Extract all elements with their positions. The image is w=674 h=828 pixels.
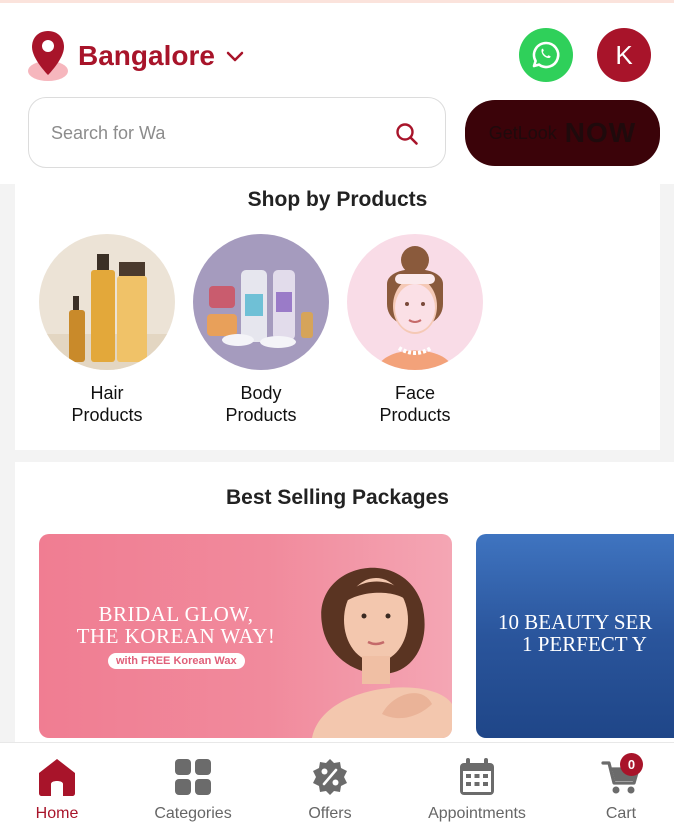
- bottom-navigation: Home Categories Offers Appointments Cart: [0, 742, 674, 828]
- product-category-body[interactable]: Body Products: [193, 234, 329, 426]
- nav-appointments[interactable]: Appointments: [422, 743, 532, 828]
- banner-tag: with FREE Korean Wax: [108, 653, 245, 669]
- product-label: Face Products: [347, 382, 483, 426]
- search-input[interactable]: [51, 118, 371, 148]
- home-icon: [39, 759, 75, 796]
- calendar-icon: [460, 758, 494, 795]
- location-selector[interactable]: Bangalore: [26, 29, 245, 83]
- location-city: Bangalore: [78, 40, 215, 71]
- package-banner-beauty-services[interactable]: 10 BEAUTY SER 1 PERFECT Y: [476, 534, 674, 738]
- product-category-hair[interactable]: Hair Products: [39, 234, 175, 426]
- product-label-line2: Products: [71, 405, 143, 425]
- header: Bangalore K GetLook NOW: [0, 3, 674, 184]
- product-label-line2: Products: [379, 405, 451, 425]
- section-title: Best Selling Packages: [226, 486, 449, 509]
- product-label-line2: Products: [225, 405, 297, 425]
- section-title: Shop by Products: [247, 188, 428, 211]
- banner-headline-2: 1 PERFECT Y: [522, 632, 647, 656]
- chevron-down-icon: [226, 51, 244, 62]
- whatsapp-icon: [532, 41, 560, 69]
- nav-home[interactable]: Home: [16, 743, 98, 828]
- product-label: Body Products: [193, 382, 329, 426]
- banner-headline-2: THE KOREAN WAY!: [76, 624, 276, 648]
- search-icon[interactable]: [395, 122, 419, 146]
- model-portrait-image: [312, 567, 452, 738]
- product-category-face[interactable]: Face Products: [347, 234, 483, 426]
- product-label: Hair Products: [39, 382, 175, 426]
- nav-label: Offers: [308, 805, 352, 822]
- best-selling-packages-section: Best Selling Packages BRIDAL GLOW, THE K…: [15, 462, 674, 752]
- nav-label: Home: [35, 805, 79, 822]
- location-pin-icon: [26, 29, 70, 83]
- grid-icon: [175, 759, 211, 795]
- profile-avatar[interactable]: K: [597, 28, 651, 82]
- product-label-line1: Body: [240, 383, 282, 403]
- nav-label: Appointments: [428, 805, 526, 822]
- body-products-image: [193, 234, 329, 370]
- package-banner-bridal-glow[interactable]: BRIDAL GLOW, THE KOREAN WAY! with FREE K…: [39, 534, 452, 738]
- face-products-image: [347, 234, 483, 370]
- nav-label: Categories: [154, 805, 232, 822]
- nav-offers[interactable]: Offers: [296, 743, 364, 828]
- product-label-line1: Hair: [90, 383, 124, 403]
- shop-by-products-section: Shop by Products Hair Products Body Prod…: [15, 184, 660, 450]
- nav-categories[interactable]: Categories: [148, 743, 238, 828]
- product-label-line1: Face: [394, 383, 436, 403]
- getlook-now-button[interactable]: GetLook NOW: [465, 100, 660, 166]
- whatsapp-button[interactable]: [519, 28, 573, 82]
- hair-products-image: [39, 234, 175, 370]
- cart-count-badge: 0: [620, 753, 643, 776]
- nav-label: Cart: [605, 805, 637, 822]
- promo-suffix: NOW: [564, 117, 637, 148]
- search-box[interactable]: [28, 97, 446, 168]
- promo-brand: GetLook: [488, 122, 557, 143]
- percent-badge-icon: [313, 759, 347, 795]
